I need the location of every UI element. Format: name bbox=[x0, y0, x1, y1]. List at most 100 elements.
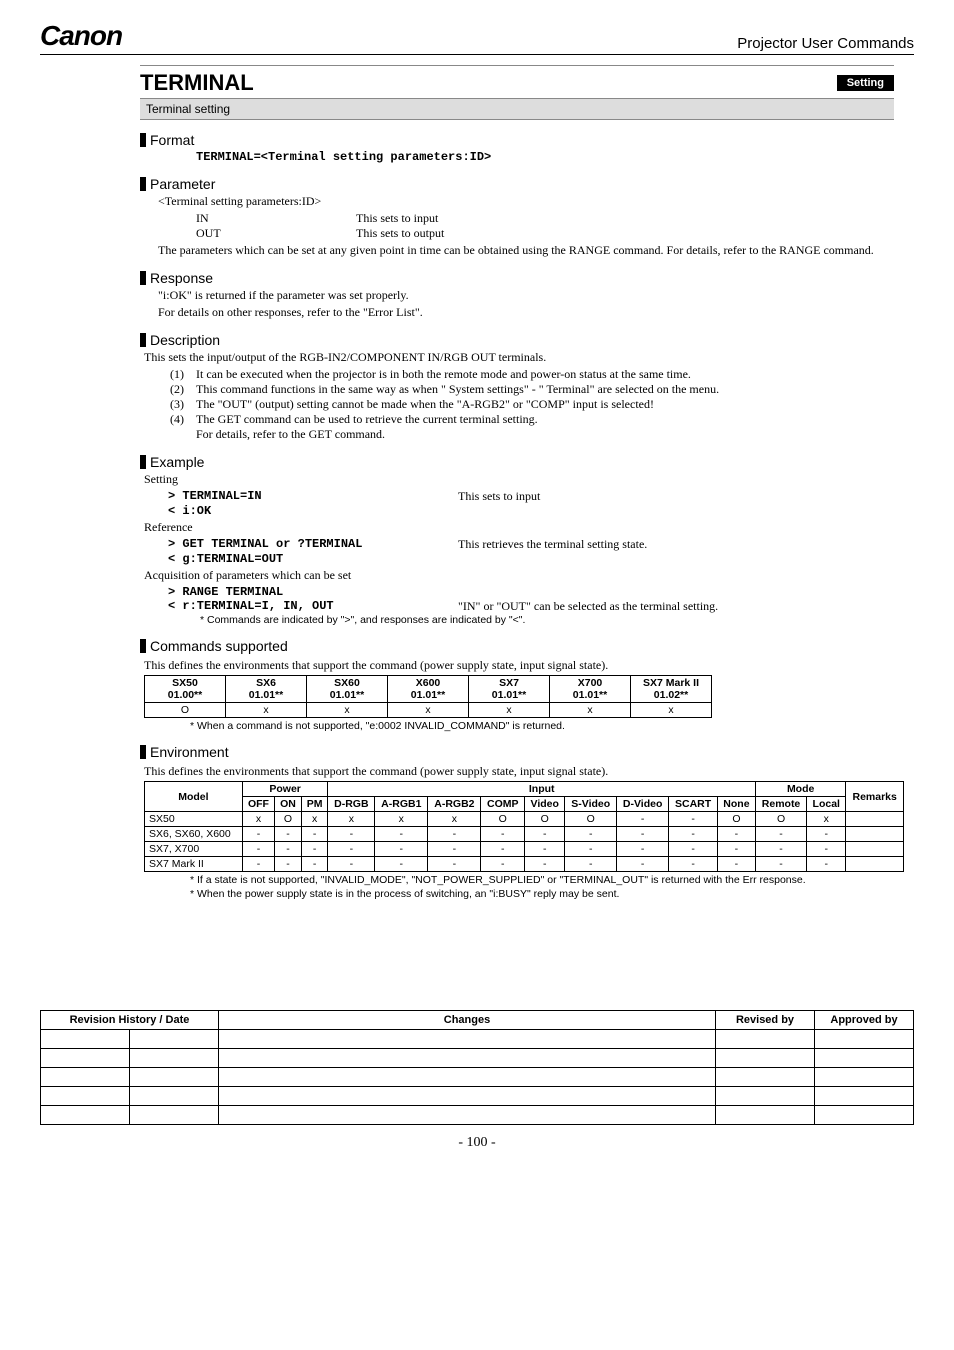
param-key: OUT bbox=[196, 226, 356, 241]
env-cell: - bbox=[617, 812, 669, 827]
rev-h1: Revision History / Date bbox=[41, 1011, 219, 1030]
env-cell: O bbox=[717, 812, 755, 827]
example-resp: < r:TERMINAL=I, IN, OUT bbox=[168, 599, 458, 614]
commands-cell: x bbox=[550, 703, 631, 718]
example-resp: < g:TERMINAL=OUT bbox=[168, 552, 894, 566]
env-cell: - bbox=[428, 827, 481, 842]
commands-cell: x bbox=[469, 703, 550, 718]
env-cell: - bbox=[755, 827, 806, 842]
env-cell: - bbox=[275, 857, 302, 872]
environment-caption: This defines the environments that suppo… bbox=[144, 764, 894, 779]
commands-cell: x bbox=[307, 703, 388, 718]
env-cell: O bbox=[525, 812, 565, 827]
section-environment: Environment bbox=[140, 744, 894, 760]
env-cell: x bbox=[375, 812, 428, 827]
env-cell: - bbox=[617, 842, 669, 857]
env-cell: x bbox=[807, 812, 846, 827]
response-line: For details on other responses, refer to… bbox=[158, 305, 894, 320]
example-desc: This retrieves the terminal setting stat… bbox=[458, 537, 647, 552]
env-cell: - bbox=[669, 842, 718, 857]
col-remarks: Remarks bbox=[846, 782, 904, 812]
env-subheader: Local bbox=[807, 797, 846, 812]
env-cell: - bbox=[428, 857, 481, 872]
commands-header: X700 01.01** bbox=[550, 676, 631, 703]
env-cell: O bbox=[481, 812, 525, 827]
environment-note: * When the power supply state is in the … bbox=[190, 888, 894, 900]
env-cell: - bbox=[669, 857, 718, 872]
col-mode: Mode bbox=[755, 782, 845, 797]
setting-badge: Setting bbox=[837, 75, 894, 91]
env-model: SX50 bbox=[145, 812, 243, 827]
commands-table: SX50 01.00**SX6 01.01**SX60 01.01**X600 … bbox=[144, 675, 712, 718]
env-subheader: Video bbox=[525, 797, 565, 812]
env-cell: - bbox=[717, 857, 755, 872]
brand-logo: Canon bbox=[40, 20, 122, 52]
example-cmd: > TERMINAL=IN bbox=[168, 489, 458, 504]
description-item: (3)The "OUT" (output) setting cannot be … bbox=[170, 397, 894, 412]
section-response: Response bbox=[140, 270, 894, 286]
description-text: The GET command can be used to retrieve … bbox=[196, 412, 538, 442]
env-cell: - bbox=[301, 827, 328, 842]
env-cell: - bbox=[481, 842, 525, 857]
description-text: This command functions in the same way a… bbox=[196, 382, 719, 397]
env-cell: - bbox=[242, 827, 274, 842]
env-cell: - bbox=[328, 827, 375, 842]
env-remarks bbox=[846, 842, 904, 857]
example-row: > TERMINAL=IN This sets to input bbox=[168, 489, 894, 504]
env-cell: - bbox=[565, 842, 617, 857]
param-lead: <Terminal setting parameters:ID> bbox=[158, 194, 894, 209]
command-title: TERMINAL bbox=[140, 70, 254, 96]
env-remarks bbox=[846, 827, 904, 842]
description-item: (1)It can be executed when the projector… bbox=[170, 367, 894, 382]
env-cell: - bbox=[717, 842, 755, 857]
env-cell: - bbox=[525, 842, 565, 857]
section-commands: Commands supported bbox=[140, 638, 894, 654]
env-cell: - bbox=[375, 842, 428, 857]
param-note: The parameters which can be set at any g… bbox=[158, 243, 894, 258]
commands-header: SX7 Mark II 01.02** bbox=[631, 676, 712, 703]
example-setting-label: Setting bbox=[144, 472, 894, 487]
rev-h2: Changes bbox=[219, 1011, 716, 1030]
environment-table: Model Power Input Mode Remarks OFFONPMD-… bbox=[144, 781, 904, 872]
env-cell: - bbox=[755, 857, 806, 872]
description-lead: This sets the input/output of the RGB-IN… bbox=[144, 350, 894, 365]
env-cell: - bbox=[301, 857, 328, 872]
env-cell: - bbox=[328, 842, 375, 857]
example-desc: This sets to input bbox=[458, 489, 540, 504]
env-cell: O bbox=[275, 812, 302, 827]
env-cell: O bbox=[565, 812, 617, 827]
env-subheader: OFF bbox=[242, 797, 274, 812]
env-cell: O bbox=[755, 812, 806, 827]
env-cell: - bbox=[807, 842, 846, 857]
env-cell: - bbox=[807, 827, 846, 842]
env-subheader: Remote bbox=[755, 797, 806, 812]
env-model: SX7, X700 bbox=[145, 842, 243, 857]
env-remarks bbox=[846, 857, 904, 872]
format-code: TERMINAL=<Terminal setting parameters:ID… bbox=[196, 150, 894, 164]
env-cell: - bbox=[717, 827, 755, 842]
example-acq-label: Acquisition of parameters which can be s… bbox=[144, 568, 894, 583]
section-format: Format bbox=[140, 132, 894, 148]
env-cell: - bbox=[525, 827, 565, 842]
example-row: < r:TERMINAL=I, IN, OUT "IN" or "OUT" ca… bbox=[168, 599, 894, 614]
example-desc: "IN" or "OUT" can be selected as the ter… bbox=[458, 599, 718, 614]
env-cell: - bbox=[242, 857, 274, 872]
env-subheader: COMP bbox=[481, 797, 525, 812]
param-val: This sets to input bbox=[356, 211, 438, 226]
env-cell: x bbox=[301, 812, 328, 827]
env-cell: - bbox=[565, 857, 617, 872]
description-item: (2)This command functions in the same wa… bbox=[170, 382, 894, 397]
page-number: - 100 - bbox=[40, 1135, 914, 1151]
env-remarks bbox=[846, 812, 904, 827]
page-header: Canon Projector User Commands bbox=[40, 20, 914, 55]
commands-cell: O bbox=[145, 703, 226, 718]
commands-header: SX60 01.01** bbox=[307, 676, 388, 703]
env-cell: - bbox=[807, 857, 846, 872]
response-line: "i:OK" is returned if the parameter was … bbox=[158, 288, 894, 303]
environment-note: * If a state is not supported, "INVALID_… bbox=[190, 874, 894, 886]
rev-h3: Revised by bbox=[716, 1011, 815, 1030]
commands-note: * When a command is not supported, "e:00… bbox=[190, 720, 894, 732]
env-cell: - bbox=[275, 842, 302, 857]
param-val: This sets to output bbox=[356, 226, 444, 241]
env-subheader: None bbox=[717, 797, 755, 812]
